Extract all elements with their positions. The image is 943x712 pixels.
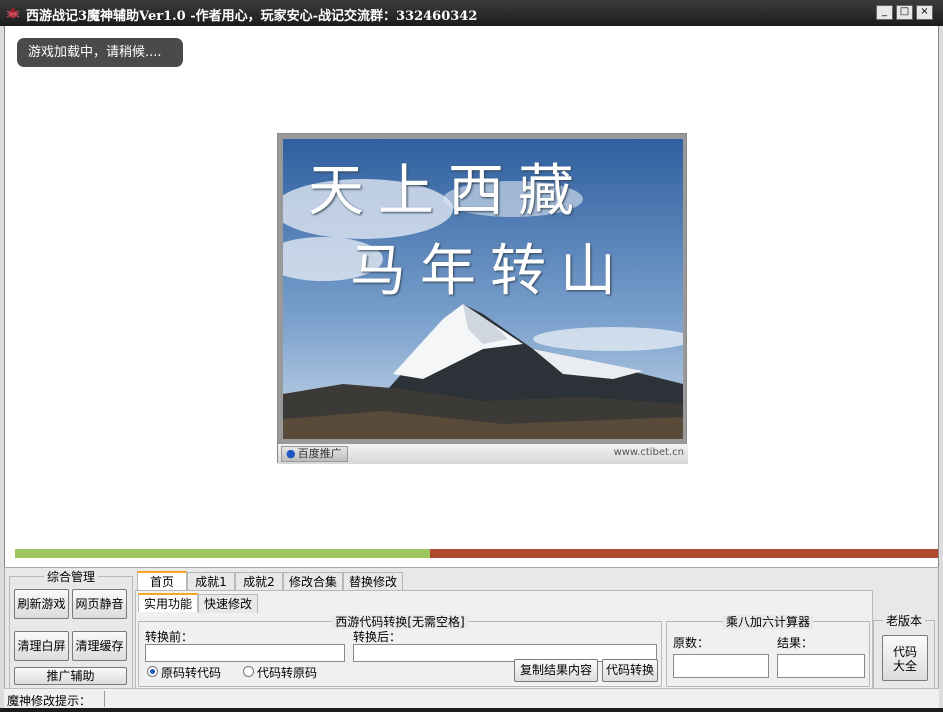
tab-achievement-2[interactable]: 成就2 [235, 572, 283, 591]
ad-badge[interactable]: ● 百度推广 [281, 446, 348, 462]
loading-message: 游戏加载中，请稍候.... [17, 38, 183, 67]
code-collection-button[interactable]: 代码 大全 [882, 635, 928, 681]
window-bottom-edge [0, 708, 943, 712]
status-bar: 魔神修改提示： [4, 688, 939, 708]
status-hint-label: 魔神修改提示： [7, 694, 92, 708]
ad-banner[interactable]: 天上西藏 马年转山 ● 百度推广 www.ctibet.cn [277, 133, 688, 464]
calculator-group: 乘八加六计算器 原数： 结果： [666, 615, 870, 687]
old-version-title: 老版本 [882, 614, 925, 628]
converter-group: 西游代码转换[无需空格] 转换前： 转换后： 原码转代码 代码转原码 复制结果内… [138, 615, 662, 687]
close-button[interactable]: × [916, 5, 933, 20]
mute-page-button[interactable]: 网页静音 [72, 589, 127, 619]
clear-cache-button[interactable]: 清理缓存 [72, 631, 127, 661]
window-title: 西游战记3魔神辅助Ver1.0 -作者用心，玩家安心-战记交流群：3324603… [26, 9, 478, 24]
after-label: 转换后： [353, 630, 402, 644]
ad-badge-label: 百度推广 [297, 447, 342, 460]
tab-home[interactable]: 首页 [137, 571, 187, 590]
subtab-utility[interactable]: 实用功能 [138, 593, 198, 612]
home-tab-panel: 实用功能 快速修改 西游代码转换[无需空格] 转换前： 转换后： 原码转代码 代… [135, 590, 873, 690]
baidu-paw-icon: ● [286, 447, 296, 460]
old-version-group: 老版本 代码 大全 [873, 614, 935, 692]
code-convert-button[interactable]: 代码转换 [602, 659, 658, 682]
management-title: 综合管理 [43, 570, 98, 584]
radio-orig-to-code-label[interactable]: 原码转代码 [161, 664, 221, 681]
game-view[interactable]: 游戏加载中，请稍候.... 天上西藏 马年转山 ● 百度推广 www.ctibe… [4, 26, 939, 567]
radio-code-to-orig-label[interactable]: 代码转原码 [257, 664, 317, 681]
refresh-game-button[interactable]: 刷新游戏 [14, 589, 69, 619]
ad-headline-line1: 天上西藏 [308, 159, 588, 224]
copy-result-button[interactable]: 复制结果内容 [514, 659, 598, 682]
original-number-label: 原数： [673, 636, 710, 650]
original-number-input[interactable] [673, 654, 769, 678]
code-collection-line2: 大全 [892, 659, 917, 673]
load-progress-fill [15, 549, 431, 558]
result-input[interactable] [777, 654, 865, 678]
code-collection-line1: 代码 [892, 645, 917, 659]
before-label: 转换前： [145, 630, 194, 644]
management-group: 综合管理 刷新游戏 网页静音 清理白屏 清理缓存 推广辅助 [9, 570, 133, 692]
radio-orig-to-code[interactable] [147, 666, 158, 677]
converter-title: 西游代码转换[无需空格] [332, 615, 468, 629]
ad-url[interactable]: www.ctibet.cn [614, 447, 684, 458]
tab-replace-modify[interactable]: 替换修改 [343, 572, 403, 591]
subtab-quick-modify[interactable]: 快速修改 [198, 594, 258, 613]
control-panel: 综合管理 刷新游戏 网页静音 清理白屏 清理缓存 推广辅助 首页 成就1 成就2… [4, 567, 939, 697]
radio-code-to-orig[interactable] [243, 666, 254, 677]
promote-helper-button[interactable]: 推广辅助 [14, 667, 127, 685]
maximize-button[interactable]: □ [896, 5, 913, 20]
minimize-button[interactable]: _ [876, 5, 893, 20]
tab-modify-collection[interactable]: 修改合集 [283, 572, 343, 591]
app-bug-icon [6, 7, 20, 18]
ad-footer: ● 百度推广 www.ctibet.cn [278, 444, 688, 464]
title-bar[interactable]: 西游战记3魔神辅助Ver1.0 -作者用心，玩家安心-战记交流群：3324603… [0, 0, 943, 26]
load-progress-bar [15, 549, 938, 558]
clear-white-screen-button[interactable]: 清理白屏 [14, 631, 69, 661]
ad-headline-line2: 马年转山 [350, 239, 630, 304]
tab-achievement-1[interactable]: 成就1 [187, 572, 235, 591]
before-input[interactable] [145, 644, 345, 662]
status-separator [104, 691, 105, 707]
calculator-title: 乘八加六计算器 [722, 615, 813, 629]
result-label: 结果： [777, 636, 814, 650]
